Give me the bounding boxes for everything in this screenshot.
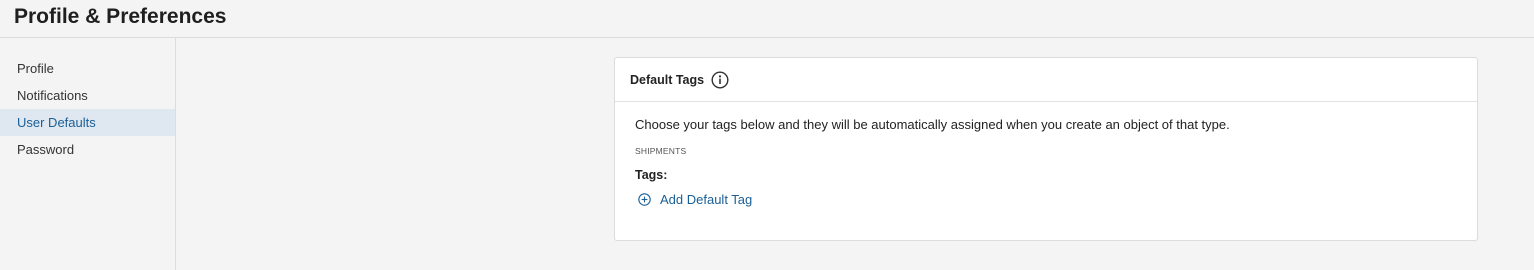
card-description: Choose your tags below and they will be …: [635, 117, 1230, 132]
sidebar-item-profile[interactable]: Profile: [0, 55, 175, 82]
add-default-tag-button[interactable]: Add Default Tag: [635, 192, 752, 207]
sidebar-item-notifications[interactable]: Notifications: [0, 82, 175, 109]
page-header: Profile & Preferences: [0, 0, 1534, 38]
page-body: Profile Notifications User Defaults Pass…: [0, 38, 1534, 270]
sidebar-item-password[interactable]: Password: [0, 136, 175, 163]
main-content: Default Tags Choose your tags below and …: [176, 38, 1534, 270]
sidebar: Profile Notifications User Defaults Pass…: [0, 38, 176, 270]
tags-label: Tags:: [635, 168, 668, 182]
default-tags-card: Default Tags Choose your tags below and …: [614, 57, 1478, 241]
page-title: Profile & Preferences: [14, 5, 227, 28]
plus-circle-icon: [638, 193, 651, 206]
info-circle-icon[interactable]: [711, 70, 729, 89]
card-header: Default Tags: [615, 58, 1477, 102]
card-title: Default Tags: [630, 72, 705, 87]
section-label-shipments: SHIPMENTS: [635, 146, 687, 156]
sidebar-item-user-defaults[interactable]: User Defaults: [0, 109, 175, 136]
add-default-tag-label: Add Default Tag: [660, 192, 753, 207]
card-body: Choose your tags below and they will be …: [615, 102, 1477, 222]
